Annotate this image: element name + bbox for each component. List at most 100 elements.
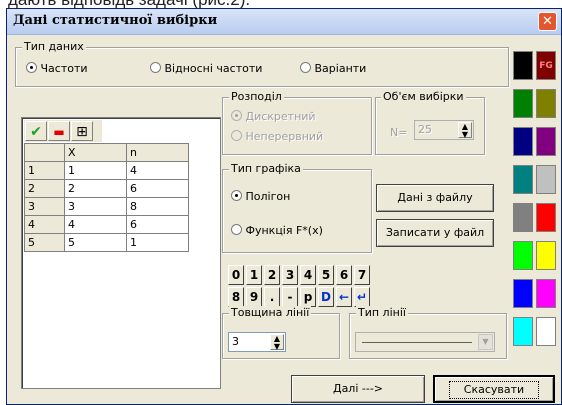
table-button[interactable]: ⊞ [71,121,93,141]
color-swatch[interactable] [513,51,533,80]
cell-n[interactable]: 6 [126,179,189,198]
cell-n[interactable]: 6 [126,215,189,234]
radio-label: Функція F*(x) [245,224,323,237]
window-title: Дані статистичної вибірки [13,13,218,28]
line-type-group: Тип лінії ▼ [349,306,507,359]
table-row: 3 3 8 [24,197,189,216]
keypad-key[interactable]: ← [336,287,352,307]
next-button[interactable]: Далі ---> [291,375,425,403]
cell-x[interactable]: 3 [64,197,127,216]
radio-relative-frequencies[interactable]: Відносні частоти [150,62,262,75]
color-swatch[interactable] [513,127,533,156]
cancel-button[interactable]: Скасувати [433,375,555,403]
radio-discrete[interactable]: Дискретний [231,110,316,123]
cell-x[interactable]: 1 [64,161,127,180]
close-icon: ✕ [542,14,553,29]
line-width-spinner[interactable]: ▲ ▼ [270,334,284,351]
radio-dot [231,110,242,121]
keypad-key[interactable]: 9 [246,287,262,307]
color-swatch[interactable] [513,317,533,346]
color-swatch[interactable] [536,89,556,118]
line-sample [362,342,472,343]
confirm-button[interactable]: ✔ [25,121,47,141]
line-width-field[interactable]: 3 ▲ ▼ [228,332,286,352]
keypad-key[interactable]: D [318,287,334,307]
grid-toolbar: ✔ ▬ ⊞ [24,120,102,142]
keypad-key[interactable]: - [282,287,298,307]
row-header[interactable]: 3 [24,197,65,216]
color-swatch[interactable] [513,203,533,232]
radio-polygon[interactable]: Полігон [231,190,290,203]
line-type-select[interactable]: ▼ [355,332,495,352]
sample-size-prefix: N= [390,126,408,139]
column-header-x[interactable]: X [64,143,127,162]
data-type-group: Тип даних Частоти Відносні частоти Варіа… [15,40,509,87]
keypad-key[interactable]: ↵ [354,287,370,307]
table-header-row: X n [24,143,189,162]
row-header[interactable]: 5 [24,233,65,252]
radio-frequencies[interactable]: Частоти [26,62,88,75]
keypad-key[interactable]: 4 [300,265,316,285]
table-row: 4 4 6 [24,215,189,234]
keypad-key[interactable]: 2 [264,265,280,285]
radio-label: Відносні частоти [164,62,263,75]
cell-n[interactable]: 4 [126,161,189,180]
keypad-key[interactable]: . [264,287,280,307]
delete-row-button[interactable]: ▬ [48,121,70,141]
color-swatch[interactable] [536,241,556,270]
cell-n[interactable]: 8 [126,197,189,216]
data-table: X n 1 1 4 2 2 6 3 3 8 4 4 6 5 5 1 [24,143,189,252]
keypad-key[interactable]: 1 [246,265,262,285]
color-swatch[interactable] [513,165,533,194]
radio-label: Неперервний [245,130,324,143]
chevron-down-icon[interactable]: ▼ [478,334,493,350]
color-swatch[interactable] [536,127,556,156]
sample-size-spinner[interactable]: ▲ ▼ [458,122,472,139]
keypad-key[interactable]: 7 [354,265,370,285]
cell-x[interactable]: 2 [64,179,127,198]
color-swatch[interactable] [536,317,556,346]
cell-x[interactable]: 4 [64,215,127,234]
cell-n[interactable]: 1 [126,233,189,252]
row-header[interactable]: 4 [24,215,65,234]
radio-dot [300,62,311,73]
radio-variants[interactable]: Варіанти [300,62,366,75]
keypad-key[interactable]: p [300,287,316,307]
sample-size-label: Об'єм вибірки [381,90,466,103]
dialog-window: Дані статистичної вибірки ✕ Тип даних Ча… [6,8,562,405]
color-swatch[interactable] [536,279,556,308]
distribution-label: Розподіл [229,90,284,103]
cell-x[interactable]: 5 [64,233,127,252]
row-header[interactable]: 1 [24,161,65,180]
color-swatch[interactable] [513,89,533,118]
color-swatch[interactable] [536,165,556,194]
keypad-key[interactable]: 3 [282,265,298,285]
keypad-key[interactable]: 8 [228,287,244,307]
radio-dot [231,190,242,201]
radio-function[interactable]: Функція F*(x) [231,224,323,237]
keypad-key[interactable]: 0 [228,265,244,285]
close-button[interactable]: ✕ [538,12,557,31]
table-row: 5 5 1 [24,233,189,252]
data-grid-panel: ✔ ▬ ⊞ X n 1 1 4 2 2 6 3 3 8 4 4 6 5 5 1 [21,117,221,389]
sample-size-field[interactable]: 25 ▲ ▼ [414,120,474,140]
color-palette: FG [513,51,559,359]
line-width-label: Товщина лінії [229,306,312,319]
color-swatch[interactable] [513,279,533,308]
keypad-key[interactable]: 6 [336,265,352,285]
radio-label: Частоти [40,62,88,75]
keypad-key[interactable]: 5 [318,265,334,285]
radio-dot [26,62,37,73]
fg-label: FG [539,61,553,71]
column-header-n[interactable]: n [126,143,189,162]
color-swatch[interactable] [536,203,556,232]
save-to-file-button[interactable]: Записати у файл [376,219,494,247]
radio-continuous[interactable]: Неперервний [231,130,323,143]
load-from-file-button[interactable]: Дані з файлу [376,184,494,212]
color-swatch[interactable]: FG [536,51,556,80]
color-swatch[interactable] [513,241,533,270]
row-header[interactable]: 2 [24,179,65,198]
radio-dot [150,62,161,73]
line-type-label: Тип лінії [356,306,408,319]
minus-icon: ▬ [53,125,65,139]
